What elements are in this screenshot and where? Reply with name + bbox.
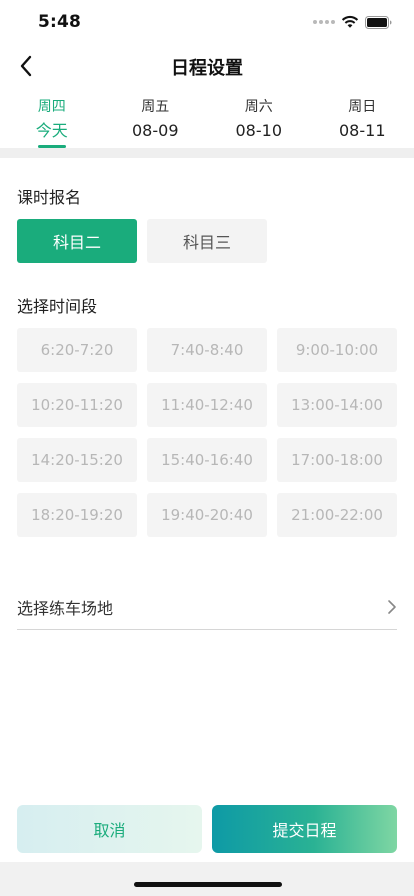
submit-schedule-button[interactable]: 提交日程 [212, 805, 397, 853]
course-section-label: 课时报名 [17, 188, 82, 207]
time-slot[interactable]: 17:00-18:00 [277, 438, 397, 482]
day-tab-week: 周四 [37, 99, 66, 115]
day-tab-today[interactable]: 周四 今天 [0, 92, 104, 148]
subject-options: 科目二 科目三 [17, 219, 267, 263]
time-slot[interactable]: 9:00-10:00 [277, 328, 397, 372]
venue-selector[interactable]: 选择练车场地 [17, 584, 397, 630]
time-slot[interactable]: 21:00-22:00 [277, 493, 397, 537]
home-indicator-area [0, 862, 414, 896]
time-slot[interactable]: 6:20-7:20 [17, 328, 137, 372]
venue-label: 选择练车场地 [17, 598, 114, 618]
day-tab-week: 周日 [348, 99, 377, 115]
time-slot[interactable]: 14:20-15:20 [17, 438, 137, 482]
time-slot[interactable]: 15:40-16:40 [147, 438, 267, 482]
status-bar: 5:48 [0, 0, 414, 44]
time-slot[interactable]: 18:20-19:20 [17, 493, 137, 537]
time-slot[interactable]: 11:40-12:40 [147, 383, 267, 427]
status-icons [313, 14, 392, 30]
status-time: 5:48 [38, 12, 82, 32]
time-slot[interactable]: 19:40-20:40 [147, 493, 267, 537]
day-tab-week: 周五 [141, 99, 170, 115]
section-divider [0, 148, 414, 158]
day-tab-sunday[interactable]: 周日 08-11 [311, 92, 414, 148]
time-slot[interactable]: 10:20-11:20 [17, 383, 137, 427]
time-section-label: 选择时间段 [17, 297, 98, 316]
signal-dots-icon [313, 20, 335, 24]
nav-bar: 日程设置 [0, 44, 414, 88]
day-tab-date: 08-09 [132, 121, 179, 140]
day-tab-friday[interactable]: 周五 08-09 [104, 92, 208, 148]
subject-option-3[interactable]: 科目三 [147, 219, 267, 263]
day-tab-date: 08-10 [235, 121, 283, 140]
subject-option-2[interactable]: 科目二 [17, 219, 137, 263]
day-tab-week: 周六 [244, 99, 273, 115]
wifi-icon [341, 15, 359, 28]
time-slot[interactable]: 7:40-8:40 [147, 328, 267, 372]
time-slot-grid: 6:20-7:20 7:40-8:40 9:00-10:00 10:20-11:… [17, 328, 397, 537]
time-slot[interactable]: 13:00-14:00 [277, 383, 397, 427]
page-title: 日程设置 [171, 58, 243, 79]
battery-icon [365, 15, 392, 29]
chevron-right-icon [388, 599, 396, 614]
day-tab-date: 08-11 [339, 121, 386, 140]
day-tabs: 周四 今天 周五 08-09 周六 08-10 周日 08-11 [0, 92, 414, 148]
day-tab-saturday[interactable]: 周六 08-10 [207, 92, 311, 148]
cancel-button[interactable]: 取消 [17, 805, 202, 853]
bottom-action-bar: 取消 提交日程 [17, 805, 397, 853]
day-tab-date: 今天 [35, 121, 68, 140]
home-indicator [134, 882, 282, 887]
